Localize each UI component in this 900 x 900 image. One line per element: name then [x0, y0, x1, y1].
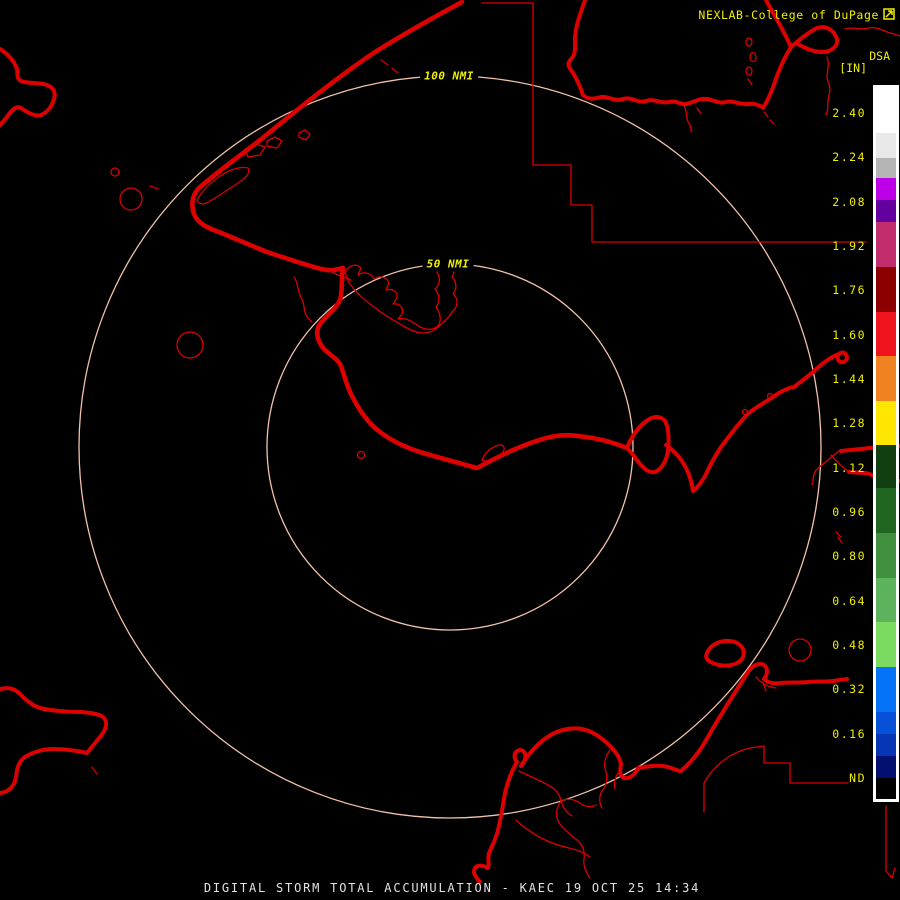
color-band [876, 356, 896, 401]
coastline-west [192, 2, 627, 468]
color-band [876, 533, 896, 578]
legend-label: ND [849, 771, 866, 785]
range-ring-100nmi [79, 76, 821, 818]
product-abbrev: DSA [869, 50, 890, 62]
product-units: [IN] [839, 62, 867, 74]
coastlines [0, 0, 900, 882]
island-circle-small [120, 188, 142, 210]
coastline-southwest-peninsula [0, 688, 106, 793]
color-band [876, 222, 896, 267]
radar-map [0, 0, 900, 900]
estuary-complex [345, 263, 457, 333]
color-band [876, 312, 896, 356]
legend-label: 0.96 [832, 505, 866, 519]
color-band [876, 200, 896, 222]
color-band [876, 445, 896, 488]
radar-display: NEXLAB-College of DuPage DSA [IN] 100 NM… [0, 0, 900, 900]
island-circle-large [177, 332, 203, 358]
color-band [876, 178, 896, 200]
legend-label: 0.16 [832, 727, 866, 741]
color-band [876, 734, 896, 756]
color-band [876, 401, 896, 445]
coastal-details [92, 28, 900, 878]
header-title: NEXLAB-College of DuPage [698, 8, 879, 22]
ring-label-50nmi: 50 NMI [423, 257, 474, 272]
legend-label: 1.60 [832, 328, 866, 342]
color-band [876, 88, 896, 133]
legend-label: 1.76 [832, 283, 866, 297]
coastline-lake-loop [706, 641, 744, 666]
legend-label: 0.64 [832, 594, 866, 608]
dome-inner-channels [519, 771, 572, 816]
coastline-south-dome [474, 664, 847, 882]
color-band [876, 158, 896, 178]
header: NEXLAB-College of DuPage [698, 5, 895, 24]
color-band [876, 778, 896, 799]
island-circle-southeast [789, 639, 811, 661]
dupage-logo-icon [883, 5, 895, 24]
legend-label: 2.08 [832, 195, 866, 209]
bottom-caption: DIGITAL STORM TOTAL ACCUMULATION - KAEC … [204, 881, 700, 895]
color-band [876, 756, 896, 778]
color-band [876, 667, 896, 712]
coastline-northwest-hook [0, 49, 55, 125]
legend-label: 1.44 [832, 372, 866, 386]
legend-label: 2.24 [832, 150, 866, 164]
color-band [876, 133, 896, 158]
legend-label: 0.80 [832, 549, 866, 563]
color-bar [873, 85, 899, 802]
legend-label: 1.28 [832, 416, 866, 430]
legend-label: 0.48 [832, 638, 866, 652]
ring-label-100nmi: 100 NMI [420, 69, 478, 84]
color-band [876, 578, 896, 622]
legend-label: 2.40 [832, 106, 866, 120]
legend-label: 0.32 [832, 682, 866, 696]
color-bar-bands [876, 88, 896, 799]
legend-label: 1.12 [832, 461, 866, 475]
color-band [876, 267, 896, 312]
color-band [876, 622, 896, 667]
color-band [876, 488, 896, 533]
legend-label: 1.92 [832, 239, 866, 253]
color-band [876, 712, 896, 734]
